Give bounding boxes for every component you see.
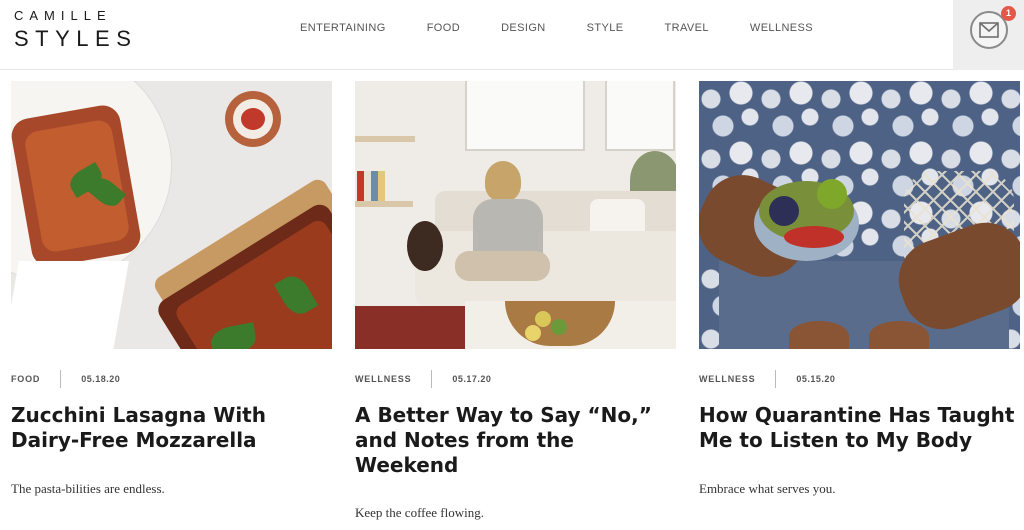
post-title[interactable]: Zucchini Lasagna With Dairy-Free Mozzare… — [11, 403, 332, 453]
post-excerpt: Keep the coffee flowing. — [355, 505, 484, 520]
post-excerpt: Embrace what serves you. — [699, 481, 836, 496]
site-header: CAMILLE STYLES ENTERTAINING FOOD DESIGN … — [0, 0, 1024, 70]
newsletter-button[interactable]: 1 — [953, 0, 1024, 70]
post-meta: WELLNESS 05.15.20 — [699, 369, 835, 389]
post-meta: FOOD 05.18.20 — [11, 369, 120, 389]
post-title[interactable]: A Better Way to Say “No,” and Notes from… — [355, 403, 676, 478]
post-image-smoothie-bowl[interactable] — [699, 81, 1020, 349]
nav-item-wellness[interactable]: WELLNESS — [750, 22, 813, 34]
notification-badge: 1 — [1001, 6, 1016, 21]
nav-item-entertaining[interactable]: ENTERTAINING — [300, 22, 386, 34]
post-date: 05.17.20 — [452, 374, 492, 384]
post-date: 05.18.20 — [81, 374, 121, 384]
nav-item-travel[interactable]: TRAVEL — [665, 22, 709, 34]
post-image-living-room[interactable] — [355, 81, 676, 349]
site-logo[interactable]: CAMILLE STYLES — [14, 8, 164, 52]
post-category[interactable]: FOOD — [11, 374, 40, 384]
nav-item-food[interactable]: FOOD — [427, 22, 460, 34]
meta-divider — [775, 370, 777, 388]
nav-item-style[interactable]: STYLE — [587, 22, 624, 34]
meta-divider — [431, 370, 433, 388]
post-excerpt: The pasta-bilities are endless. — [11, 481, 165, 496]
logo-bottom-text: STYLES — [14, 26, 138, 51]
nav-item-design[interactable]: DESIGN — [501, 22, 546, 34]
post-category[interactable]: WELLNESS — [355, 374, 411, 384]
post-category[interactable]: WELLNESS — [699, 374, 755, 384]
main-nav: ENTERTAINING FOOD DESIGN STYLE TRAVEL WE… — [300, 22, 813, 34]
post-card: WELLNESS 05.17.20 A Better Way to Say “N… — [355, 81, 676, 520]
post-title[interactable]: How Quarantine Has Taught Me to Listen t… — [699, 403, 1020, 453]
post-image-lasagna[interactable] — [11, 81, 332, 349]
post-meta: WELLNESS 05.17.20 — [355, 369, 491, 389]
post-card: WELLNESS 05.15.20 How Quarantine Has Tau… — [699, 81, 1020, 496]
post-date: 05.15.20 — [796, 374, 836, 384]
logo-top-text: CAMILLE — [14, 8, 112, 23]
post-card: FOOD 05.18.20 Zucchini Lasagna With Dair… — [11, 81, 332, 496]
meta-divider — [60, 370, 62, 388]
